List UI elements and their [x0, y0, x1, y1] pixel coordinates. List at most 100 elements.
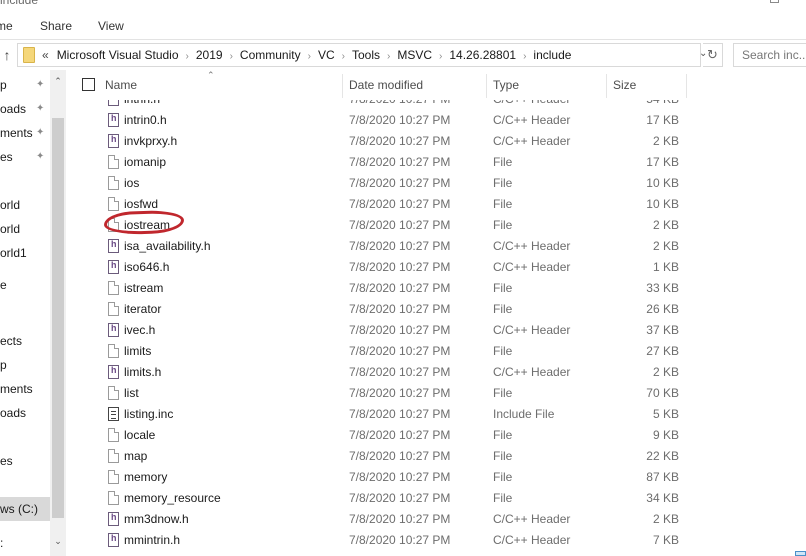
nav-item-pictures[interactable]: es	[0, 454, 13, 468]
file-name[interactable]: ios	[124, 176, 139, 190]
file-row[interactable]: mmintrin.h 7/8/2020 10:27 PM C/C++ Header 7…	[66, 530, 806, 551]
column-divider[interactable]	[342, 74, 343, 98]
file-row[interactable]: memory 7/8/2020 10:27 PM File 87 KB	[66, 467, 806, 488]
nav-item-pictures[interactable]: es	[0, 150, 13, 164]
column-divider[interactable]	[606, 74, 607, 98]
chevron-right-icon[interactable]: ›	[186, 51, 189, 62]
breadcrumb-overflow[interactable]: «	[42, 48, 49, 62]
chevron-right-icon[interactable]: ›	[523, 51, 526, 62]
chevron-right-icon[interactable]: ›	[387, 51, 390, 62]
column-header-size[interactable]: Size	[613, 78, 636, 92]
refresh-icon[interactable]: ↻	[703, 43, 723, 67]
file-row[interactable]: intrin0.h 7/8/2020 10:27 PM C/C++ Header 17…	[66, 110, 806, 131]
file-name[interactable]: map	[124, 449, 147, 463]
file-name[interactable]: mm3dnow.h	[124, 512, 189, 526]
scroll-down-icon[interactable]: ⌄	[50, 536, 66, 547]
column-divider[interactable]	[686, 74, 687, 98]
up-arrow-icon[interactable]: ↑	[0, 45, 14, 65]
file-row[interactable]: limits 7/8/2020 10:27 PM File 27 KB	[66, 341, 806, 362]
file-row[interactable]: listing.inc 7/8/2020 10:27 PM Include File…	[66, 404, 806, 425]
nav-item-windows-c[interactable]: ws (C:)	[0, 497, 50, 521]
nav-item-desktop[interactable]: p	[0, 78, 7, 92]
column-header-name[interactable]: Name	[105, 78, 137, 92]
breadcrumb-item-current[interactable]: include	[533, 48, 571, 62]
file-name[interactable]: listing.inc	[124, 407, 173, 421]
column-header-date[interactable]: Date modified	[349, 78, 423, 92]
blank-file-icon	[108, 197, 119, 211]
file-name[interactable]: mmintrin.h	[124, 533, 180, 547]
file-row[interactable]: mm3dnow.h 7/8/2020 10:27 PM C/C++ Header 2 …	[66, 509, 806, 530]
nav-item-desktop[interactable]: p	[0, 358, 7, 372]
nav-scrollbar[interactable]: ⌃ ⌄	[50, 70, 66, 556]
file-type: Include File	[493, 407, 555, 421]
nav-item-downloads[interactable]: oads	[0, 102, 26, 116]
file-date: 7/8/2020 10:27 PM	[349, 533, 451, 547]
view-toggle-icon[interactable]	[795, 551, 806, 556]
breadcrumb-item[interactable]: VC	[318, 48, 335, 62]
tab-home[interactable]: me	[0, 19, 13, 33]
file-name[interactable]: memory	[124, 470, 167, 484]
column-divider[interactable]	[486, 74, 487, 98]
file-row[interactable]: list 7/8/2020 10:27 PM File 70 KB	[66, 383, 806, 404]
scrollbar-thumb[interactable]	[52, 118, 64, 518]
nav-item-onedrive[interactable]: e	[0, 278, 7, 292]
breadcrumb-item[interactable]: Tools	[352, 48, 380, 62]
file-type: C/C++ Header	[493, 260, 571, 274]
file-row[interactable]: iosfwd 7/8/2020 10:27 PM File 10 KB	[66, 194, 806, 215]
file-name[interactable]: limits.h	[124, 365, 161, 379]
nav-item-downloads[interactable]: oads	[0, 406, 26, 420]
chevron-right-icon[interactable]: ›	[230, 51, 233, 62]
file-row[interactable]: limits.h 7/8/2020 10:27 PM C/C++ Header 2 K…	[66, 362, 806, 383]
file-row[interactable]: iterator 7/8/2020 10:27 PM File 26 KB	[66, 299, 806, 320]
nav-item-documents[interactable]: ments	[0, 382, 33, 396]
breadcrumb-item[interactable]: Community	[240, 48, 301, 62]
file-row[interactable]: invkprxy.h 7/8/2020 10:27 PM C/C++ Header 2…	[66, 131, 806, 152]
nav-item-network[interactable]: :	[0, 536, 3, 550]
search-input[interactable]: Search inc...	[733, 43, 806, 67]
breadcrumb-item[interactable]: 14.26.28801	[449, 48, 516, 62]
column-header-type[interactable]: Type	[493, 78, 519, 92]
file-row[interactable]: iso646.h 7/8/2020 10:27 PM C/C++ Header 1 K…	[66, 257, 806, 278]
file-name[interactable]: iosfwd	[124, 197, 158, 211]
scroll-up-icon[interactable]: ⌃	[50, 76, 66, 87]
blank-file-icon	[108, 449, 119, 463]
file-name[interactable]: list	[124, 386, 139, 400]
file-name[interactable]: isa_availability.h	[124, 239, 211, 253]
breadcrumb-item[interactable]: 2019	[196, 48, 223, 62]
file-name[interactable]: iso646.h	[124, 260, 169, 274]
nav-item-3d-objects[interactable]: ects	[0, 334, 22, 348]
address-bar[interactable]: « Microsoft Visual Studio › 2019 › Community ›…	[17, 43, 707, 67]
file-row[interactable]: ios 7/8/2020 10:27 PM File 10 KB	[66, 173, 806, 194]
file-row[interactable]: ivec.h 7/8/2020 10:27 PM C/C++ Header 37 KB	[66, 320, 806, 341]
file-name[interactable]: memory_resource	[124, 491, 221, 505]
tab-view[interactable]: View	[98, 19, 124, 33]
file-name[interactable]: intrin0.h	[124, 113, 167, 127]
nav-item-helloworld[interactable]: orld	[0, 198, 20, 212]
chevron-right-icon[interactable]: ›	[308, 51, 311, 62]
chevron-right-icon[interactable]: ›	[342, 51, 345, 62]
file-name[interactable]: iomanip	[124, 155, 166, 169]
breadcrumb-item[interactable]: MSVC	[397, 48, 432, 62]
select-all-checkbox[interactable]	[82, 78, 95, 91]
breadcrumb-item[interactable]: Microsoft Visual Studio	[57, 48, 179, 62]
tab-share[interactable]: Share	[40, 19, 72, 33]
file-row[interactable]: istream 7/8/2020 10:27 PM File 33 KB	[66, 278, 806, 299]
maximize-icon[interactable]	[770, 0, 779, 3]
nav-item-helloworld[interactable]: orld	[0, 222, 20, 236]
file-row[interactable]: locale 7/8/2020 10:27 PM File 9 KB	[66, 425, 806, 446]
file-name[interactable]: locale	[124, 428, 155, 442]
chevron-right-icon[interactable]: ›	[439, 51, 442, 62]
file-row[interactable]: isa_availability.h 7/8/2020 10:27 PM C/C++…	[66, 236, 806, 257]
nav-item-helloworld1[interactable]: orld1	[0, 246, 27, 260]
file-rows: intrin.h7/8/2020 10:27 PMC/C++ Header54 …	[66, 89, 806, 551]
file-row[interactable]: map 7/8/2020 10:27 PM File 22 KB	[66, 446, 806, 467]
file-row[interactable]: memory_resource 7/8/2020 10:27 PM File 34 K…	[66, 488, 806, 509]
nav-item-documents[interactable]: ments	[0, 126, 33, 140]
file-name[interactable]: istream	[124, 281, 163, 295]
file-name[interactable]: invkprxy.h	[124, 134, 177, 148]
file-name[interactable]: ivec.h	[124, 323, 155, 337]
file-row[interactable]: iomanip 7/8/2020 10:27 PM File 17 KB	[66, 152, 806, 173]
file-name[interactable]: limits	[124, 344, 151, 358]
file-name[interactable]: iterator	[124, 302, 161, 316]
text-file-icon	[108, 407, 119, 421]
